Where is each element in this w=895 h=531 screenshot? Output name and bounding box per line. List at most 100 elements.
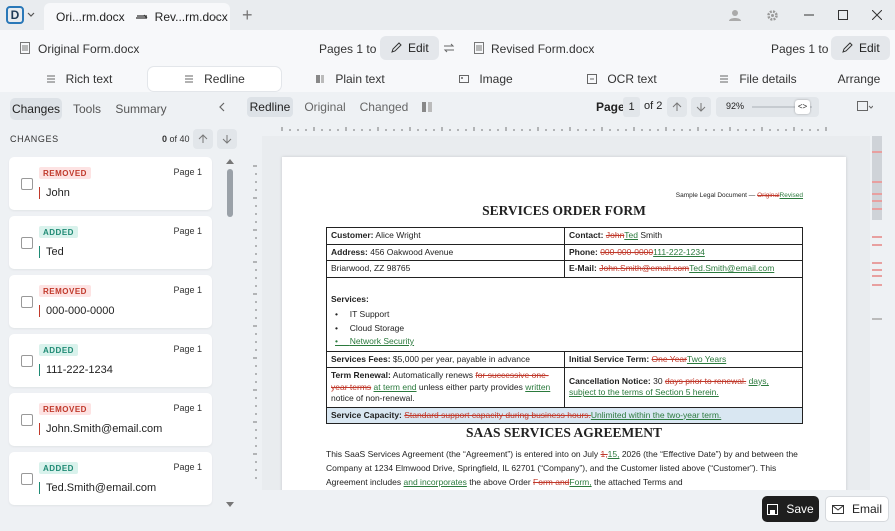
previous-change-button[interactable] [193,129,213,149]
removed-badge: REMOVED [39,403,91,415]
change-page: Page 1 [173,167,202,177]
change-page: Page 1 [173,285,202,295]
revised-page-range: Pages 1 to 2 [771,42,839,56]
tab-label: File details [739,72,797,86]
view-tabs: Rich text Redline Plain text Image OCR t… [0,66,895,92]
edit-revised-button[interactable]: Edit [831,36,890,60]
zoom-level: 92% [726,101,745,111]
page-label: Page [596,100,625,114]
tab-summary[interactable]: Summary [112,98,170,120]
change-card[interactable]: ADDED Page 1 Ted [9,216,212,269]
change-marker[interactable] [872,200,882,202]
minimize-button[interactable] [800,6,818,24]
document-tab[interactable]: Ori...rm.docx Rev...rm.docx × [44,3,230,30]
settings-gear-icon[interactable] [763,6,781,24]
next-page-button[interactable] [691,97,711,117]
arrange-button[interactable]: Arrange [832,67,886,91]
close-window-button[interactable] [868,6,886,24]
scroll-up-icon[interactable] [226,158,234,164]
maximize-button[interactable] [834,6,852,24]
change-minimap[interactable] [870,136,885,490]
new-tab-button[interactable]: + [242,5,253,26]
change-marker[interactable] [872,318,882,320]
added-badge: ADDED [39,226,78,238]
scroll-thumb[interactable] [227,169,233,217]
change-marker[interactable] [872,284,882,286]
removed-badge: REMOVED [39,167,91,179]
account-icon[interactable] [726,6,744,24]
compare-arrows-icon [135,14,148,19]
tab-file-details[interactable]: File details [691,67,825,91]
change-value: Ted.Smith@email.com [39,482,156,494]
change-marker[interactable] [872,193,882,195]
document-viewer[interactable]: Sample Legal Document — OriginalRevised … [262,136,870,490]
change-marker[interactable] [872,151,882,153]
app-logo-icon: D [6,6,24,24]
plain-text-icon [316,75,325,83]
tab-rich-text[interactable]: Rich text [12,67,146,91]
horizontal-ruler [262,122,872,136]
change-checkbox[interactable] [21,355,33,367]
collapse-panel-icon[interactable] [218,102,226,112]
tab-changed-view[interactable]: Changed [357,97,411,117]
redline-icon [185,75,194,83]
change-marker[interactable] [872,208,882,210]
change-page: Page 1 [173,403,202,413]
arrow-up-icon [672,102,682,111]
vertical-ruler [248,136,262,490]
changes-panel: Changes Tools Summary CHANGES 0 of 40 RE… [0,92,242,531]
change-card[interactable]: REMOVED Page 1 John.Smith@email.com [9,393,212,446]
edit-label: Edit [859,41,880,55]
change-marker[interactable] [872,236,882,238]
tab-label: Rich text [65,72,113,86]
change-marker[interactable] [872,181,882,183]
email-button[interactable]: Email [825,496,889,522]
bottom-bar: Save Email [242,490,895,531]
change-marker[interactable] [872,262,882,264]
zoom-slider-handle[interactable]: <> [795,100,810,114]
change-card[interactable]: ADDED Page 1 111-222-1234 [9,334,212,387]
added-badge: ADDED [39,462,78,474]
change-checkbox[interactable] [21,237,33,249]
agreement-title: SAAS SERVICES AGREEMENT [465,425,663,440]
change-marker[interactable] [872,275,882,277]
change-value: Ted [39,246,64,258]
tab-redline[interactable]: Redline [148,67,281,91]
fit-page-icon[interactable] [857,101,873,113]
swap-icon[interactable] [443,43,455,53]
tab-ocr-text[interactable]: OCR text [555,67,689,91]
tab-close-icon[interactable]: × [212,9,220,25]
tab-original-view[interactable]: Original [300,97,350,117]
change-card[interactable]: REMOVED Page 1 John [9,157,212,210]
document-page: Sample Legal Document — OriginalRevised … [282,157,846,490]
app-menu-button[interactable]: D [6,4,38,26]
tab-tools[interactable]: Tools [66,98,108,120]
change-marker[interactable] [872,269,882,271]
change-checkbox[interactable] [21,473,33,485]
next-change-button[interactable] [217,129,237,149]
change-checkbox[interactable] [21,296,33,308]
previous-page-button[interactable] [667,97,687,117]
change-card[interactable]: ADDED Page 1 Ted.Smith@email.com [9,452,212,505]
tab-label: Plain text [335,72,385,86]
change-card[interactable]: REMOVED Page 1 000-000-0000 [9,275,212,328]
tab-redline-view[interactable]: Redline [247,97,293,117]
tab-changes[interactable]: Changes [10,98,62,120]
tab-plain-text[interactable]: Plain text [283,67,417,91]
edit-original-button[interactable]: Edit [380,36,439,60]
changes-scrollbar[interactable] [226,156,234,510]
change-checkbox[interactable] [21,178,33,190]
page-number-input[interactable]: 1 [623,97,640,117]
email-label: Email [851,502,882,516]
document-running-header: Sample Legal Document — OriginalRevised [675,192,803,199]
arrow-up-icon [198,134,208,143]
change-marker[interactable] [872,244,882,246]
tab-image[interactable]: Image [419,67,553,91]
change-checkbox[interactable] [21,414,33,426]
save-button[interactable]: Save [762,496,819,522]
original-page-range: Pages 1 to 2 [319,42,387,56]
document-icon [474,42,484,54]
scroll-down-icon[interactable] [226,502,234,508]
side-by-side-icon[interactable] [422,102,432,112]
changes-title: CHANGES [10,134,59,144]
